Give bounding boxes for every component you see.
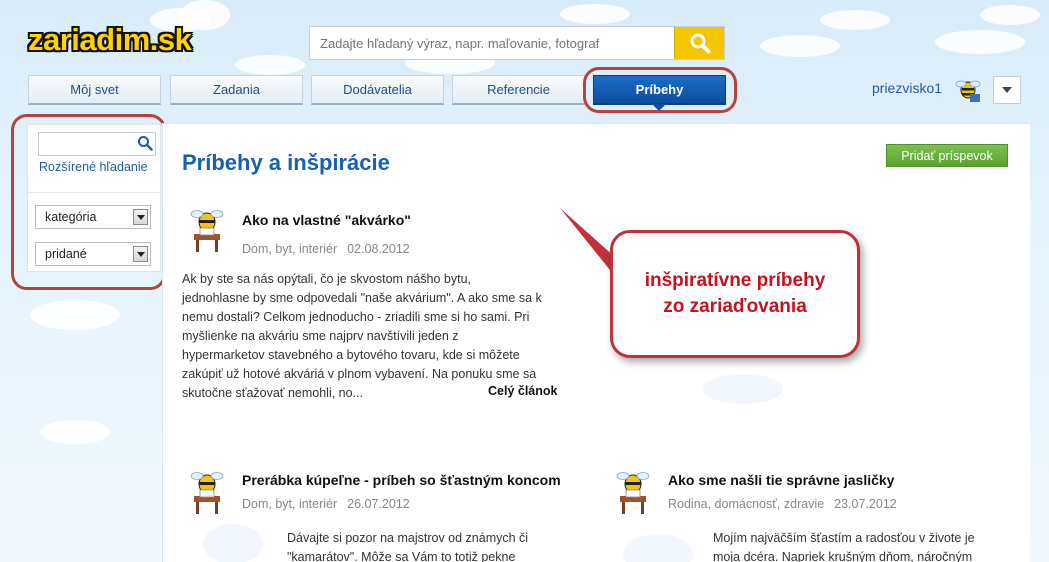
- article-title[interactable]: Prerábka kúpeľne - príbeh so šťastným ko…: [242, 472, 561, 488]
- search-icon: [690, 33, 710, 54]
- callout-annotation: inšpiratívne príbehy zo zariaďovania: [610, 230, 860, 358]
- excerpt-line: Ak by ste sa nás opýtali, čo je skvostom…: [182, 272, 472, 286]
- callout-line-2: zo zariaďovania: [663, 296, 807, 317]
- add-post-button[interactable]: Pridať príspevok: [886, 144, 1008, 167]
- article-date: 26.07.2012: [347, 497, 410, 511]
- article-meta: Dom, byt, interiér 26.07.2012: [242, 497, 410, 511]
- bee-avatar-icon: [616, 472, 650, 514]
- search-bar: [309, 26, 725, 60]
- tab-dodavatelia[interactable]: Dodávatelia: [311, 75, 444, 105]
- article-category[interactable]: Rodina, domácnosť, zdravie: [668, 497, 824, 511]
- search-input[interactable]: [310, 27, 674, 59]
- bee-avatar-icon[interactable]: [955, 76, 981, 104]
- user-profile-link[interactable]: priezvisko1: [872, 80, 942, 96]
- bee-avatar-icon: [190, 472, 224, 514]
- article-meta: Dom, byt, interiér 02.08.2012: [242, 242, 410, 256]
- page-title: Príbehy a inšpirácie: [182, 150, 390, 175]
- article-excerpt: Dávajte si pozor na majstrov od známych …: [287, 529, 562, 562]
- excerpt-line: moja dcéra. Napriek krušným dňom, náročn…: [713, 550, 973, 562]
- chevron-down-icon: [1002, 87, 1012, 93]
- article-title[interactable]: Ako sme našli tie správne jasličky: [668, 472, 894, 488]
- excerpt-line: nemu dostali? Celkom jednoducho - zriadi…: [182, 310, 530, 324]
- article-date: 23.07.2012: [834, 497, 897, 511]
- tab-referencie[interactable]: Referencie: [452, 75, 585, 105]
- article-meta: Rodina, domácnosť, zdravie 23.07.2012: [668, 497, 897, 511]
- article-date: 02.08.2012: [347, 242, 410, 256]
- excerpt-line: Dávajte si pozor na majstrov od známych …: [287, 531, 529, 545]
- article-category[interactable]: Dom, byt, interiér: [242, 242, 337, 256]
- article-category[interactable]: Dom, byt, interiér: [242, 497, 337, 511]
- user-menu-dropdown[interactable]: [993, 76, 1021, 104]
- sidebar-highlight-annotation: [11, 114, 166, 290]
- bee-avatar-icon: [190, 210, 224, 252]
- callout-line-1: inšpiratívne príbehy: [644, 270, 826, 291]
- excerpt-line: zakúpiť už hotové akváriá v plnom vybave…: [182, 367, 537, 381]
- search-button[interactable]: [674, 27, 724, 59]
- excerpt-line: "kamarátov". Môže sa Vám to totiž pekne: [287, 550, 516, 562]
- site-logo[interactable]: zariadim.sk: [28, 22, 192, 58]
- excerpt-line: Mojím najväčším šťastím a radosťou v živ…: [713, 531, 975, 545]
- tab-moj-svet[interactable]: Môj svet: [28, 75, 161, 105]
- excerpt-line: jednohlasne by sme odpovedali "naše akvá…: [182, 291, 542, 305]
- tab-highlight-annotation: [583, 67, 737, 113]
- excerpt-line: hypermarketov stavebného a bytového tova…: [182, 348, 520, 362]
- read-more-link[interactable]: Celý článok: [488, 384, 557, 398]
- excerpt-line: myšlienke na akváriu sme najprv navštívi…: [182, 329, 459, 343]
- article-excerpt: Mojím najväčším šťastím a radosťou v živ…: [713, 529, 988, 562]
- tab-zadania[interactable]: Zadania: [170, 75, 303, 105]
- article-title[interactable]: Ako na vlastné "akvárko": [242, 212, 411, 228]
